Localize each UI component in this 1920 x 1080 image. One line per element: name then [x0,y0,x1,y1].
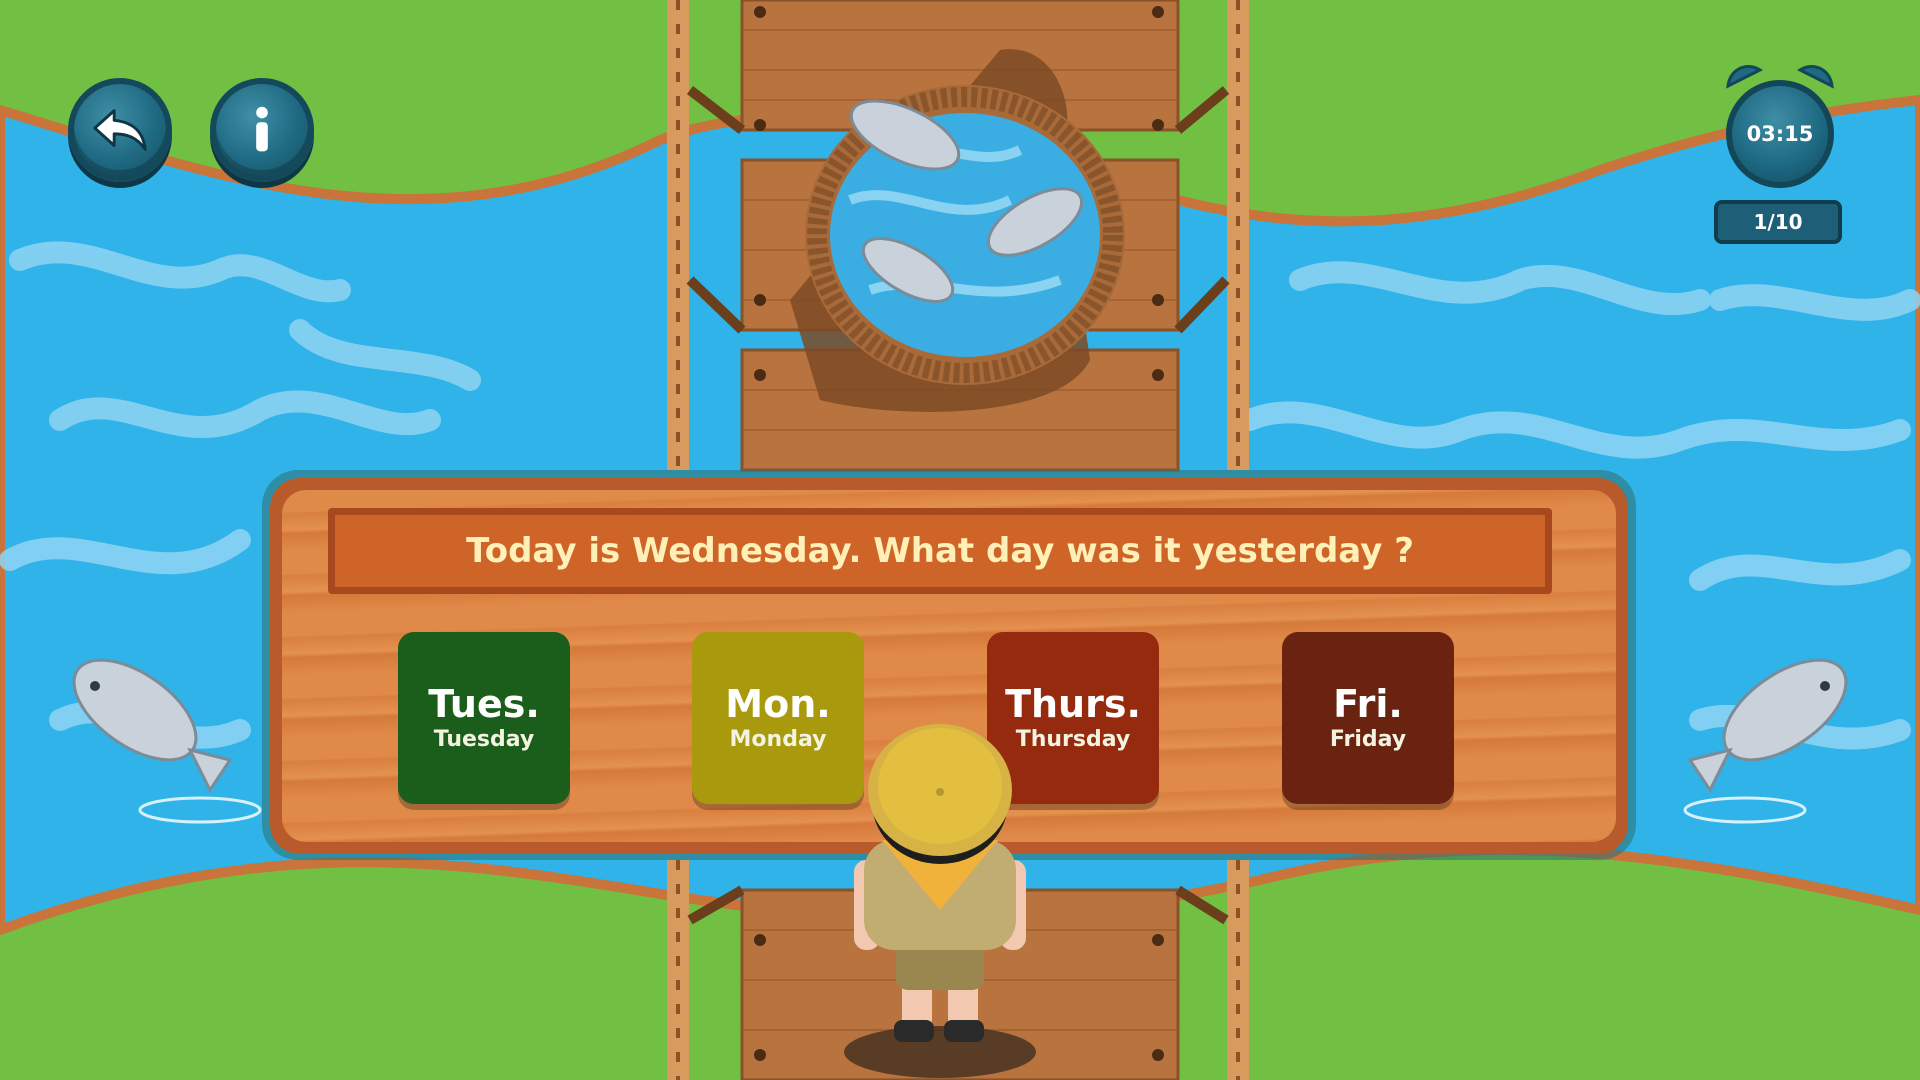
timer-clock: 03:15 [1720,60,1840,190]
answer-option-monday[interactable]: Mon. Monday [692,632,864,804]
back-button[interactable] [68,78,172,182]
answer-abbr: Fri. [1333,682,1403,726]
answer-full: Friday [1329,727,1407,752]
timer-text: 03:15 [1726,80,1834,188]
question-progress: 1/10 [1714,200,1842,244]
info-icon [256,106,268,152]
info-button[interactable] [210,78,314,182]
question-text: Today is Wednesday. What day was it yest… [466,531,1414,571]
answer-abbr: Mon. [725,682,831,726]
answer-option-tuesday[interactable]: Tues. Tuesday [398,632,570,804]
explorer-character [854,724,1026,1042]
answer-full: Monday [729,727,827,752]
answer-abbr: Tues. [428,682,540,726]
question-banner: Today is Wednesday. What day was it yest… [328,508,1552,594]
answer-option-friday[interactable]: Fri. Friday [1282,632,1454,804]
answer-full: Tuesday [433,727,535,752]
back-arrow-icon [93,109,147,151]
